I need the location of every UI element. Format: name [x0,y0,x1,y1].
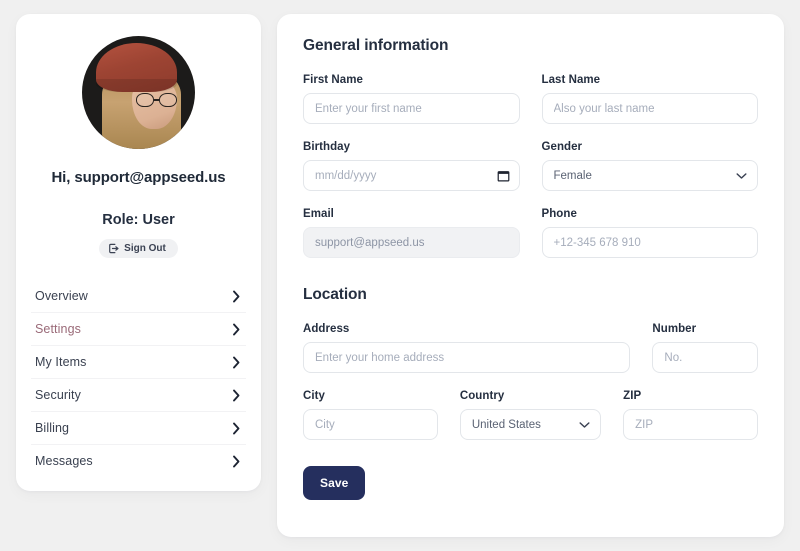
avatar-beanie [95,42,178,93]
profile-sidebar-card: Hi, support@appseed.us Role: User Sign O… [16,14,261,491]
sidebar-item-label: My Items [35,355,87,369]
address-field: Address [303,323,631,373]
avatar [82,36,195,149]
zip-label: ZIP [623,390,642,402]
last-name-field: Last Name [541,74,758,124]
address-label: Address [303,323,350,335]
sidebar-item-label: Messages [35,454,93,468]
sidebar-item-messages[interactable]: Messages [31,445,246,477]
sidebar-item-settings[interactable]: Settings [31,313,246,346]
number-input[interactable] [652,342,758,373]
email-phone-row: Email Phone [303,208,758,258]
address-input[interactable] [303,342,631,373]
country-label: Country [459,390,505,402]
phone-field: Phone [541,208,758,258]
chevron-right-icon [232,422,241,435]
phone-input[interactable] [541,227,758,258]
zip-input[interactable] [623,409,758,440]
sidebar-item-security[interactable]: Security [31,379,246,412]
page-root: Hi, support@appseed.us Role: User Sign O… [0,0,800,551]
gender-field: Gender Female [541,141,758,191]
email-label: Email [303,208,334,220]
city-field: City [303,390,438,440]
city-input[interactable] [303,409,438,440]
sidebar-item-label: Overview [35,289,88,303]
sign-out-button[interactable]: Sign Out [99,239,178,258]
last-name-input[interactable] [541,93,758,124]
number-label: Number [652,323,697,335]
country-select-wrap: United States [459,409,602,440]
sign-out-icon [108,243,119,254]
location-title: Location [303,286,367,303]
save-button[interactable]: Save [303,466,366,500]
general-information-title: General information [303,37,449,54]
first-name-label: First Name [303,74,363,86]
sidebar-nav: Overview Settings My Items Security Bill… [16,280,261,477]
first-name-input[interactable] [303,93,520,124]
gender-label: Gender [541,141,583,153]
birthday-field: Birthday [303,141,520,191]
birthday-input-wrap [303,160,520,191]
email-input [303,227,520,258]
sidebar-item-label: Settings [35,322,81,336]
last-name-label: Last Name [541,74,601,86]
sidebar-item-label: Billing [35,421,70,435]
birthday-label: Birthday [303,141,351,153]
gender-select-wrap: Female [541,160,758,191]
avatar-glasses-icon [136,92,177,108]
greeting-text: Hi, support@appseed.us [51,169,226,186]
avatar-container [16,36,261,149]
chevron-right-icon [232,356,241,369]
chevron-right-icon [232,290,241,303]
city-label: City [303,390,325,402]
chevron-right-icon [232,455,241,468]
birthday-gender-row: Birthday Gender Female [303,141,758,191]
sign-out-container: Sign Out [16,239,261,258]
email-field: Email [303,208,520,258]
chevron-right-icon [232,389,241,402]
settings-form-card: General information First Name Last Name… [277,14,784,537]
country-select[interactable]: United States [459,409,602,440]
first-name-field: First Name [303,74,520,124]
sign-out-label: Sign Out [124,243,166,254]
sidebar-item-overview[interactable]: Overview [31,280,246,313]
address-row: Address Number [303,323,758,373]
chevron-right-icon [232,323,241,336]
zip-field: ZIP [623,390,758,440]
country-field: Country United States [459,390,602,440]
gender-select[interactable]: Female [541,160,758,191]
name-row: First Name Last Name [303,74,758,124]
sidebar-item-my-items[interactable]: My Items [31,346,246,379]
save-row: Save [303,466,758,500]
phone-label: Phone [541,208,577,220]
sidebar-item-billing[interactable]: Billing [31,412,246,445]
city-country-zip-row: City Country United States ZIP [303,390,758,440]
birthday-input[interactable] [303,160,520,191]
sidebar-item-label: Security [35,388,81,402]
number-field: Number [652,323,758,373]
role-text: Role: User [102,212,175,228]
